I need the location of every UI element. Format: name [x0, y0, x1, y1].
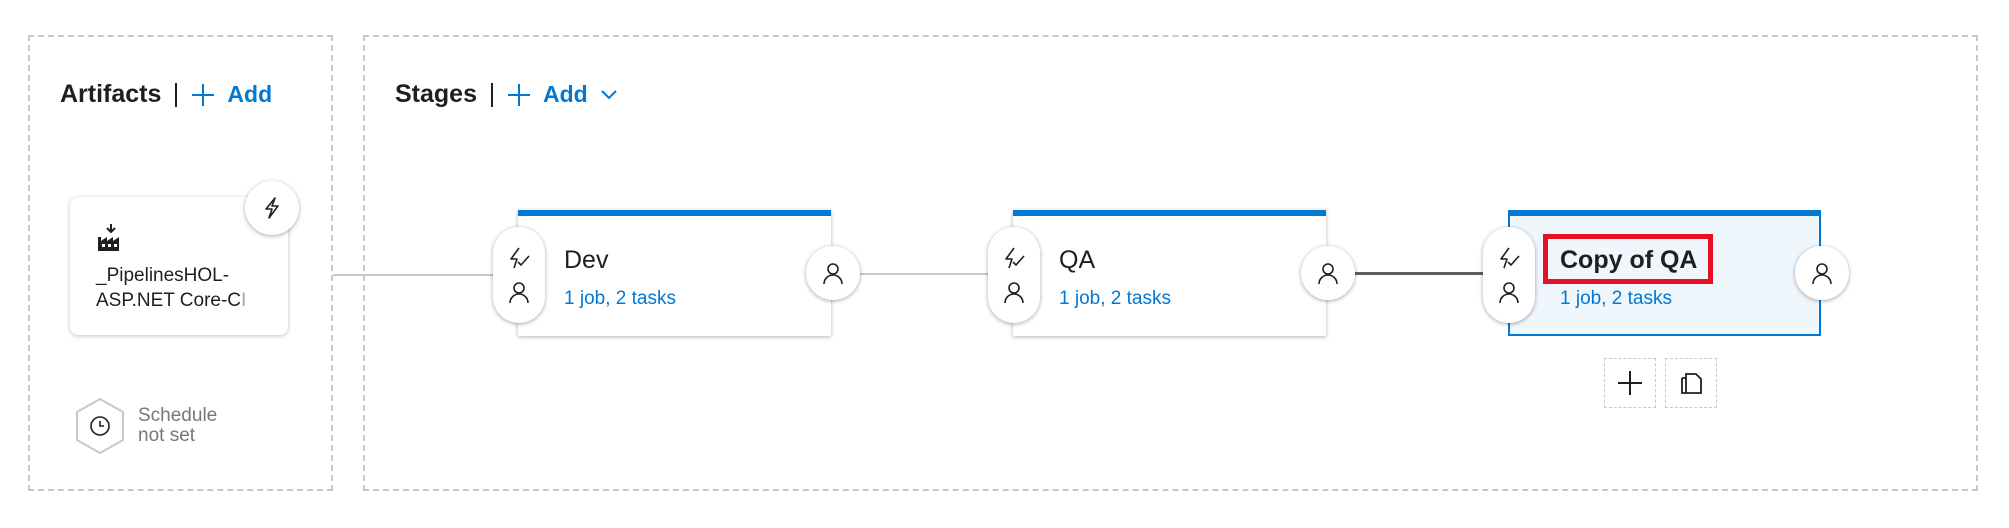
header-separator: [490, 82, 493, 107]
artifacts-title: Artifacts: [60, 80, 162, 108]
person-icon: [1004, 282, 1024, 304]
artifact-to-dev-connector: [333, 274, 493, 276]
clone-stage-button[interactable]: [1665, 358, 1717, 408]
schedule-line2: not set: [138, 425, 196, 446]
pre-deployment-approvers-button[interactable]: [507, 280, 531, 304]
copy-icon: [1681, 373, 1702, 394]
pre-deployment-trigger-button[interactable]: [1001, 246, 1027, 272]
stage-name: QA: [1059, 246, 1096, 274]
build-factory-icon: [96, 223, 126, 258]
stage-job-summary-link[interactable]: 1 job, 2 tasks: [1560, 288, 1672, 310]
qa-to-copy-connector: [1355, 272, 1483, 275]
continuous-deployment-trigger-button[interactable]: [245, 181, 299, 235]
stages-title: Stages: [395, 80, 477, 108]
pre-deployment-conditions-dev: [493, 227, 545, 323]
post-deployment-approvers-dev[interactable]: [806, 246, 860, 300]
pre-deployment-approvers-button[interactable]: [1002, 280, 1026, 304]
schedule-status: Schedule not set: [138, 406, 217, 446]
stage-name: Copy of QA: [1560, 246, 1698, 274]
post-deployment-approvers-copy-of-qa[interactable]: [1795, 246, 1849, 300]
person-icon: [1499, 282, 1519, 304]
stage-card-dev[interactable]: Dev 1 job, 2 tasks: [518, 210, 831, 336]
stages-header: Stages Add: [395, 80, 630, 109]
add-stage-button[interactable]: Add: [507, 81, 630, 108]
add-stage-after-button[interactable]: [1604, 358, 1656, 408]
lightning-check-icon: [1005, 247, 1025, 269]
stage-card-qa[interactable]: QA 1 job, 2 tasks: [1013, 210, 1326, 336]
pre-deployment-conditions-copy-of-qa: [1483, 227, 1535, 323]
artifacts-header: Artifacts Add: [60, 80, 272, 109]
pre-deployment-approvers-button[interactable]: [1497, 280, 1521, 304]
post-deployment-approvers-qa[interactable]: [1301, 246, 1355, 300]
pre-deployment-trigger-button[interactable]: [1496, 246, 1522, 272]
plus-icon: [192, 83, 215, 106]
schedule-line1: Schedule: [138, 405, 218, 426]
pre-deployment-conditions-qa: [988, 227, 1040, 323]
clock-icon: [76, 397, 124, 455]
dev-to-qa-connector: [860, 273, 988, 275]
pre-deployment-trigger-button[interactable]: [506, 246, 532, 272]
person-icon: [1812, 263, 1832, 285]
artifact-name-line2-main: ASP.NET Core-C: [96, 290, 242, 311]
stage-job-summary-link[interactable]: 1 job, 2 tasks: [564, 288, 676, 310]
lightning-check-icon: [510, 247, 530, 269]
artifact-name-line1: _PipelinesHOL-: [96, 265, 230, 286]
artifact-name-line2: ASP.NET Core-CI: [96, 288, 284, 313]
add-artifact-label: Add: [227, 81, 273, 107]
person-icon: [823, 263, 843, 285]
artifact-name: _PipelinesHOL- ASP.NET Core-CI: [96, 263, 284, 313]
stage-card-copy-of-qa[interactable]: Copy of QA 1 job, 2 tasks: [1508, 210, 1821, 336]
chevron-down-icon: [600, 89, 617, 99]
stage-name: Dev: [564, 246, 609, 274]
plus-icon: [1618, 371, 1642, 395]
lightning-icon: [265, 197, 279, 219]
header-separator: [175, 82, 178, 107]
person-icon: [509, 282, 529, 304]
add-artifact-button[interactable]: Add: [191, 81, 272, 108]
artifact-name-line2-faded: I: [241, 290, 247, 311]
person-icon: [1318, 263, 1338, 285]
add-stage-label: Add: [542, 81, 588, 107]
lightning-check-icon: [1500, 247, 1520, 269]
plus-icon: [507, 83, 530, 106]
schedule-trigger[interactable]: Schedule not set: [74, 397, 217, 455]
stage-job-summary-link[interactable]: 1 job, 2 tasks: [1059, 288, 1171, 310]
